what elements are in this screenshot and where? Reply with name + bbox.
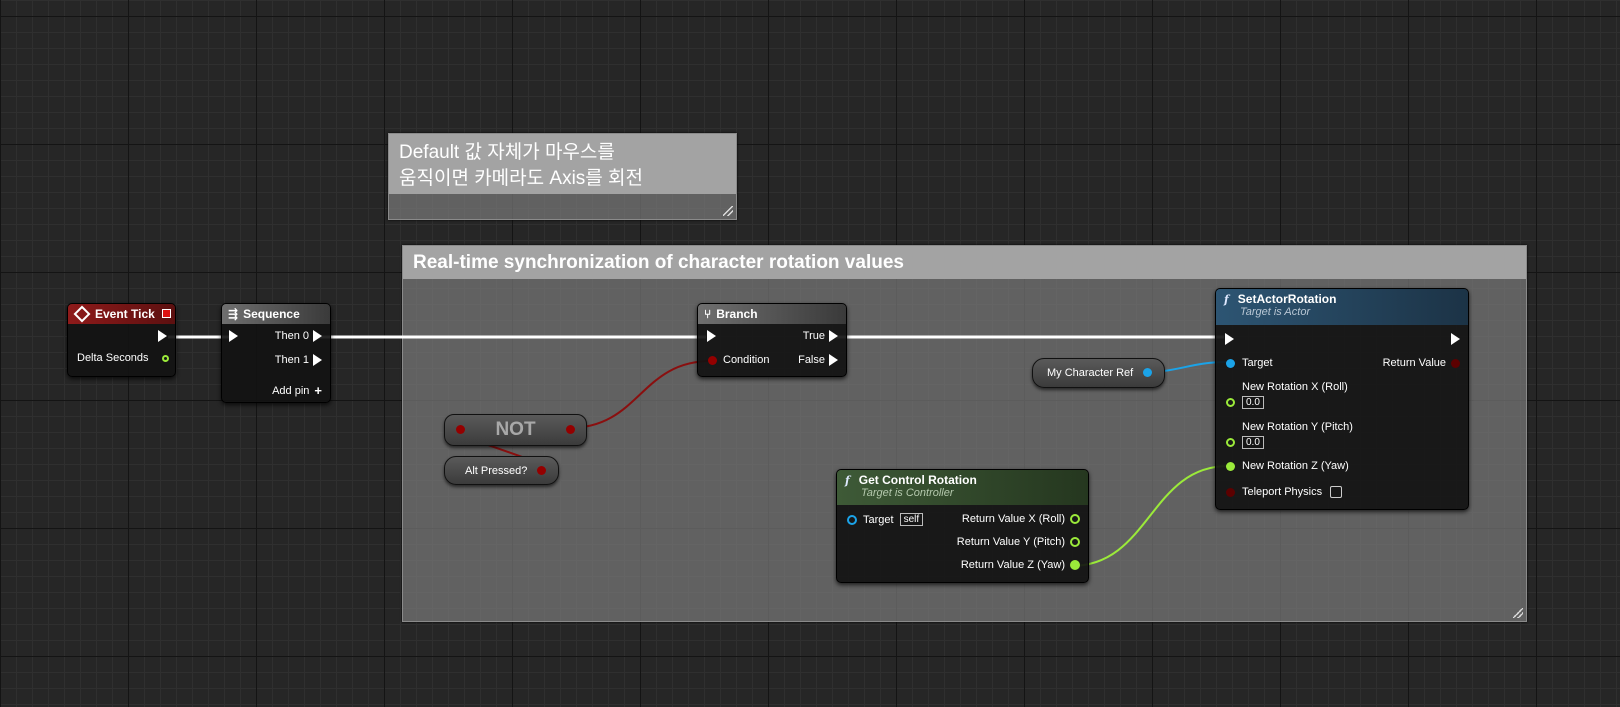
float-pin-icon[interactable] <box>1226 397 1235 407</box>
bool-pin-icon[interactable] <box>708 355 717 365</box>
set-rotation-exec-in[interactable] <box>1225 333 1234 345</box>
branch-true-label: True <box>802 330 825 342</box>
exec-out-pin-icon[interactable] <box>829 330 838 342</box>
get-control-rotation-header: f Get Control Rotation Target is Control… <box>837 470 1088 505</box>
exec-in-pin-icon[interactable] <box>229 330 238 342</box>
float-pin-icon[interactable] <box>1070 560 1080 570</box>
teleport-physics-checkbox[interactable] <box>1330 486 1343 498</box>
exec-out-pin-icon[interactable] <box>158 330 167 342</box>
exec-out-pin-icon[interactable] <box>313 330 322 342</box>
float-pin-icon[interactable] <box>1226 437 1235 447</box>
get-control-rotation-subtitle: Target is Controller <box>861 487 954 499</box>
event-tick-header: Event Tick <box>68 304 175 324</box>
not-label: NOT <box>495 419 536 440</box>
rotation-y-label: New Rotation Y (Pitch) <box>1242 421 1353 433</box>
target-label: Target <box>1242 357 1273 369</box>
rotation-x-label: New Rotation X (Roll) <box>1242 381 1348 393</box>
exec-in-pin-icon[interactable] <box>707 330 716 342</box>
plus-icon: + <box>314 383 322 398</box>
rotation-x-input[interactable]: 0.0 <box>1242 396 1264 409</box>
node-sequence[interactable]: ⇶ Sequence Then 0 Then 1 Add pin + <box>221 303 331 403</box>
node-alt-pressed[interactable]: Alt Pressed? <box>444 456 559 485</box>
sequence-icon: ⇶ <box>228 307 239 321</box>
sequence-exec-in[interactable] <box>229 330 238 342</box>
return-value-label: Return Value <box>1382 357 1446 369</box>
sequence-header: ⇶ Sequence <box>222 304 330 324</box>
teleport-physics-label: Teleport Physics <box>1242 486 1323 498</box>
branch-title: Branch <box>716 307 758 321</box>
return-z-label: Return Value Z (Yaw) <box>960 559 1065 571</box>
node-event-tick[interactable]: Event Tick Delta Seconds <box>67 303 176 377</box>
node-not[interactable]: NOT <box>444 414 587 446</box>
node-get-control-rotation[interactable]: f Get Control Rotation Target is Control… <box>836 469 1089 583</box>
branch-condition-label: Condition <box>723 354 770 366</box>
delta-seconds-label: Delta Seconds <box>77 352 149 364</box>
set-actor-rotation-title: SetActorRotation <box>1237 292 1337 306</box>
function-icon: f <box>845 474 850 487</box>
bool-out-pin-icon[interactable] <box>537 466 546 475</box>
branch-icon: ⑂ <box>704 307 712 321</box>
node-my-character-ref[interactable]: My Character Ref <box>1032 358 1165 388</box>
float-pin-icon[interactable] <box>1226 461 1235 471</box>
set-actor-rotation-header: f SetActorRotation Target is Actor <box>1216 289 1468 325</box>
float-wire-yaw <box>1070 465 1229 567</box>
float-pin-icon[interactable] <box>1070 537 1080 547</box>
set-rotation-exec-out[interactable] <box>1451 333 1460 345</box>
bool-pin-icon[interactable] <box>1226 487 1235 497</box>
add-pin-button[interactable]: Add pin + <box>272 383 322 398</box>
function-icon: f <box>1224 293 1229 306</box>
sequence-then0-label: Then 0 <box>274 330 309 342</box>
event-tick-exec-out[interactable] <box>158 330 167 342</box>
get-control-rotation-title: Get Control Rotation <box>858 473 977 487</box>
event-tick-title: Event Tick <box>95 307 155 321</box>
object-out-pin-icon[interactable] <box>1143 368 1152 377</box>
set-actor-rotation-subtitle: Target is Actor <box>1240 306 1311 318</box>
node-branch[interactable]: ⑂ Branch True Condition False <box>697 303 847 377</box>
return-x-label: Return Value X (Roll) <box>961 513 1065 525</box>
bool-wire-not-branch <box>568 360 712 429</box>
add-pin-label: Add pin <box>272 384 310 397</box>
bool-out-pin-icon[interactable] <box>566 425 575 434</box>
target-label: Target <box>863 513 894 526</box>
alt-pressed-label: Alt Pressed? <box>465 464 528 477</box>
float-pin-icon[interactable] <box>162 354 169 362</box>
bool-pin-icon[interactable] <box>1451 358 1460 368</box>
float-pin-icon[interactable] <box>1070 514 1080 524</box>
rotation-z-label: New Rotation Z (Yaw) <box>1242 460 1349 472</box>
sequence-then1-label: Then 1 <box>274 354 309 366</box>
exec-out-empty-pin-icon[interactable] <box>313 354 322 366</box>
object-pin-icon[interactable] <box>847 514 857 525</box>
exec-in-pin-icon[interactable] <box>1225 333 1234 345</box>
branch-false-label: False <box>798 354 825 366</box>
return-y-label: Return Value Y (Pitch) <box>956 536 1065 548</box>
my-character-ref-label: My Character Ref <box>1047 367 1134 379</box>
exec-out-pin-icon[interactable] <box>829 354 838 366</box>
exec-out-empty-pin-icon[interactable] <box>1451 333 1460 345</box>
sequence-title: Sequence <box>243 307 300 321</box>
target-self-input[interactable]: self <box>899 513 924 526</box>
node-set-actor-rotation[interactable]: f SetActorRotation Target is Actor Targe… <box>1215 288 1469 510</box>
rotation-y-input[interactable]: 0.0 <box>1242 436 1264 449</box>
event-diamond-icon <box>73 305 91 323</box>
object-pin-icon[interactable] <box>1226 358 1235 368</box>
branch-header: ⑂ Branch <box>698 304 846 324</box>
branch-exec-in[interactable] <box>707 330 716 342</box>
breakpoint-icon[interactable] <box>162 309 171 318</box>
